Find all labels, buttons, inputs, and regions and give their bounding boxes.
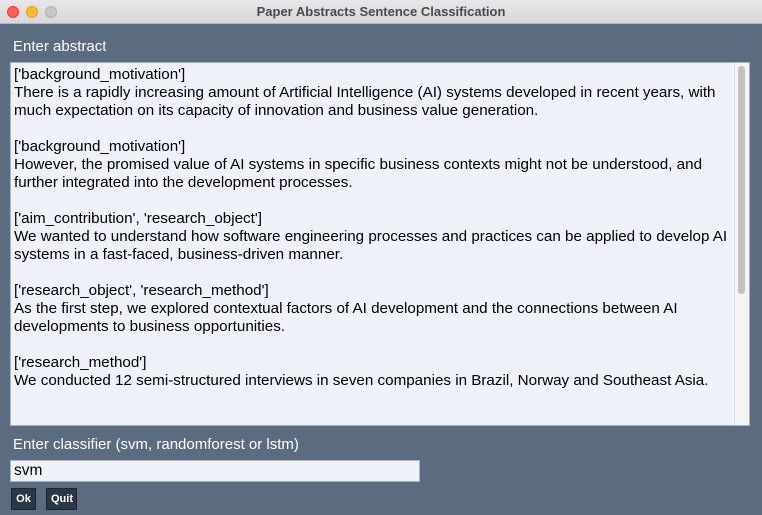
sentence-text: As the first step, we explored contextua…	[14, 300, 678, 335]
classifier-input[interactable]	[10, 460, 420, 482]
abstract-entry: ['aim_contribution', 'research_object'] …	[14, 210, 732, 264]
abstract-entry: ['background_motivation'] There is a rap…	[14, 66, 732, 120]
sentence-tags: ['research_object', 'research_method']	[14, 282, 269, 299]
app-window: Paper Abstracts Sentence Classification …	[0, 0, 762, 515]
abstract-entry: ['research_object', 'research_method'] A…	[14, 282, 732, 336]
classifier-label: Enter classifier (svm, randomforest or l…	[13, 436, 299, 453]
title-bar: Paper Abstracts Sentence Classification	[0, 0, 762, 24]
sentence-tags: ['background_motivation']	[14, 138, 186, 155]
scrollbar-thumb[interactable]	[738, 66, 745, 294]
abstract-entry: ['background_motivation'] However, the p…	[14, 138, 732, 192]
window-title: Paper Abstracts Sentence Classification	[256, 4, 506, 19]
abstract-textarea[interactable]: ['background_motivation'] There is a rap…	[10, 62, 750, 426]
sentence-tags: ['aim_contribution', 'research_object']	[14, 210, 262, 227]
quit-button[interactable]: Quit	[46, 488, 77, 510]
abstract-entry: ['research_method'] We conducted 12 semi…	[14, 354, 732, 390]
sentence-text: However, the promised value of AI system…	[14, 156, 703, 191]
sentence-tags: ['research_method']	[14, 354, 147, 371]
abstract-label: Enter abstract	[13, 38, 107, 55]
abstract-scrollbar[interactable]	[734, 63, 749, 425]
sentence-text: There is a rapidly increasing amount of …	[14, 84, 716, 119]
sentence-tags: ['background_motivation']	[14, 66, 186, 83]
sentence-text: We wanted to understand how software eng…	[14, 228, 728, 263]
ok-button[interactable]: Ok	[11, 488, 36, 510]
sentence-text: We conducted 12 semi-structured intervie…	[14, 372, 709, 389]
abstract-text: ['background_motivation'] There is a rap…	[14, 66, 732, 408]
